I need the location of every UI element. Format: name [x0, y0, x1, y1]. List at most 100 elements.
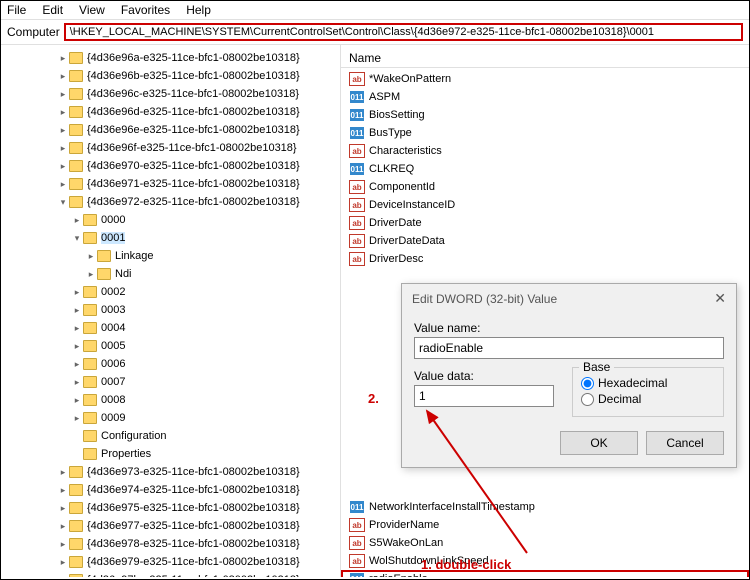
tree-item[interactable]: ▸0000 — [1, 211, 340, 229]
tree-pane[interactable]: ▸{4d36e96a-e325-11ce-bfc1-08002be10318}▸… — [1, 45, 341, 577]
tree-item[interactable]: ▸0008 — [1, 391, 340, 409]
list-header-name[interactable]: Name — [341, 49, 749, 68]
chevron-icon[interactable]: ▸ — [71, 395, 83, 406]
menu-file[interactable]: File — [7, 3, 26, 17]
tree-item-label: 0009 — [101, 412, 125, 424]
menu-edit[interactable]: Edit — [42, 3, 63, 17]
chevron-icon[interactable]: ▸ — [71, 287, 83, 298]
value-item[interactable]: 011BusType — [341, 124, 749, 142]
tree-item[interactable]: ▸0003 — [1, 301, 340, 319]
tree-item[interactable]: ▸0005 — [1, 337, 340, 355]
menu-favorites[interactable]: Favorites — [121, 3, 170, 17]
tree-item[interactable]: ▸{4d36e97b-e325-11ce-bfc1-08002be10318} — [1, 571, 340, 577]
tree-item[interactable]: ▸ 0006 — [1, 355, 340, 373]
tree-item[interactable]: ▸{4d36e96f-e325-11ce-bfc1-08002be10318} — [1, 139, 340, 157]
chevron-icon[interactable]: ▸ — [57, 485, 69, 496]
close-icon[interactable]: ✕ — [714, 290, 726, 307]
dialog-title: Edit DWORD (32-bit) Value — [412, 292, 557, 306]
tree-item-label: {4d36e971-e325-11ce-bfc1-08002be10318} — [87, 178, 300, 190]
value-data-input[interactable] — [414, 385, 554, 407]
chevron-icon[interactable]: ▸ — [71, 305, 83, 316]
chevron-icon[interactable]: ▸ — [57, 521, 69, 532]
tree-item[interactable]: ▸{4d36e973-e325-11ce-bfc1-08002be10318} — [1, 463, 340, 481]
chevron-icon[interactable]: ▸ — [85, 251, 97, 262]
tree-item[interactable]: ▸ 0009 — [1, 409, 340, 427]
chevron-icon[interactable]: ▸ — [57, 179, 69, 190]
chevron-icon[interactable]: ▸ — [57, 125, 69, 136]
tree-item[interactable]: ▸ {4d36e96b-e325-11ce-bfc1-08002be10318} — [1, 67, 340, 85]
tree-item[interactable]: ▸{4d36e979-e325-11ce-bfc1-08002be10318} — [1, 553, 340, 571]
tree-item[interactable]: ▸Linkage — [1, 247, 340, 265]
tree-item-label: 0006 — [101, 358, 125, 370]
value-item[interactable]: abDriverDesc — [341, 250, 749, 268]
addressbar-path[interactable]: \HKEY_LOCAL_MACHINE\SYSTEM\CurrentContro… — [64, 23, 743, 41]
tree-item[interactable]: ▸0007 — [1, 373, 340, 391]
chevron-icon[interactable]: ▸ — [57, 503, 69, 514]
chevron-icon[interactable]: ▸ — [57, 575, 69, 578]
base-dec-radio[interactable]: Decimal — [581, 392, 715, 406]
chevron-icon[interactable]: ▸ — [71, 323, 83, 334]
chevron-icon[interactable]: ▸ — [57, 539, 69, 550]
tree-item[interactable]: ▸{4d36e977-e325-11ce-bfc1-08002be10318} — [1, 517, 340, 535]
tree-item[interactable]: Properties — [1, 445, 340, 463]
tree-item[interactable]: ▸{4d36e978-e325-11ce-bfc1-08002be10318} — [1, 535, 340, 553]
tree-item[interactable]: ▸0004 — [1, 319, 340, 337]
chevron-icon[interactable]: ▸ — [57, 467, 69, 478]
tree-item-label: Properties — [101, 448, 151, 460]
chevron-icon[interactable]: ▸ — [85, 269, 97, 280]
value-item[interactable]: abDriverDateData — [341, 232, 749, 250]
chevron-icon[interactable]: ▸ — [57, 557, 69, 568]
value-item[interactable]: 011NetworkInterfaceInstallTimestamp — [341, 498, 749, 516]
tree-item[interactable]: ▸0002 — [1, 283, 340, 301]
menu-view[interactable]: View — [79, 3, 105, 17]
chevron-icon[interactable]: ▸ — [57, 143, 69, 154]
tree-item[interactable]: ▸Ndi — [1, 265, 340, 283]
tree-item[interactable]: ▸{4d36e96c-e325-11ce-bfc1-08002be10318} — [1, 85, 340, 103]
chevron-icon[interactable]: ▸ — [71, 341, 83, 352]
folder-icon — [69, 520, 83, 532]
value-item[interactable]: abDriverDate — [341, 214, 749, 232]
value-item[interactable]: abS5WakeOnLan — [341, 534, 749, 552]
tree-item-label: {4d36e974-e325-11ce-bfc1-08002be10318} — [87, 484, 300, 496]
chevron-icon[interactable]: ▸ — [71, 377, 83, 388]
base-hex-radio[interactable]: Hexadecimal — [581, 376, 715, 390]
tree-item-label: {4d36e972-e325-11ce-bfc1-08002be10318} — [87, 196, 300, 208]
tree-item[interactable]: ▸{4d36e96e-e325-11ce-bfc1-08002be10318} — [1, 121, 340, 139]
tree-item[interactable]: ▸ {4d36e971-e325-11ce-bfc1-08002be10318} — [1, 175, 340, 193]
value-item[interactable]: 011ASPM — [341, 88, 749, 106]
value-item[interactable]: abComponentId — [341, 178, 749, 196]
cancel-button[interactable]: Cancel — [646, 431, 724, 455]
folder-icon — [83, 214, 97, 226]
chevron-icon[interactable]: ▾ — [57, 197, 69, 208]
value-item[interactable]: 011CLKREQ — [341, 160, 749, 178]
value-name-input[interactable] — [414, 337, 724, 359]
value-item[interactable]: abDeviceInstanceID — [341, 196, 749, 214]
chevron-icon[interactable]: ▸ — [57, 53, 69, 64]
value-item[interactable]: ab*WakeOnPattern — [341, 70, 749, 88]
tree-item[interactable]: ▾ {4d36e972-e325-11ce-bfc1-08002be10318} — [1, 193, 340, 211]
tree-item[interactable]: ▸ {4d36e974-e325-11ce-bfc1-08002be10318} — [1, 481, 340, 499]
tree-item[interactable]: Configuration — [1, 427, 340, 445]
value-item[interactable]: abWolShutdownLinkSpeed — [341, 552, 749, 570]
tree-item-label: Configuration — [101, 430, 166, 442]
chevron-icon[interactable]: ▸ — [57, 107, 69, 118]
tree-item[interactable]: ▸{4d36e96d-e325-11ce-bfc1-08002be10318} — [1, 103, 340, 121]
tree-item[interactable]: ▸{4d36e970-e325-11ce-bfc1-08002be10318} — [1, 157, 340, 175]
chevron-icon[interactable]: ▸ — [57, 161, 69, 172]
chevron-icon[interactable]: ▸ — [57, 71, 69, 82]
chevron-icon[interactable]: ▸ — [71, 413, 83, 424]
tree-item[interactable]: ▸{4d36e96a-e325-11ce-bfc1-08002be10318} — [1, 49, 340, 67]
tree-item[interactable]: ▸{4d36e975-e325-11ce-bfc1-08002be10318} — [1, 499, 340, 517]
ok-button[interactable]: OK — [560, 431, 638, 455]
tree-item-label: {4d36e96b-e325-11ce-bfc1-08002be10318} — [87, 70, 300, 82]
value-item[interactable]: 011radioEnable — [341, 570, 749, 577]
chevron-icon[interactable]: ▸ — [57, 89, 69, 100]
value-item[interactable]: 011BiosSetting — [341, 106, 749, 124]
chevron-icon[interactable]: ▾ — [71, 233, 83, 244]
chevron-icon[interactable]: ▸ — [71, 215, 83, 226]
chevron-icon[interactable]: ▸ — [71, 359, 83, 370]
value-item[interactable]: abCharacteristics — [341, 142, 749, 160]
menu-help[interactable]: Help — [186, 3, 211, 17]
tree-item[interactable]: ▾0001 — [1, 229, 340, 247]
value-item[interactable]: abProviderName — [341, 516, 749, 534]
